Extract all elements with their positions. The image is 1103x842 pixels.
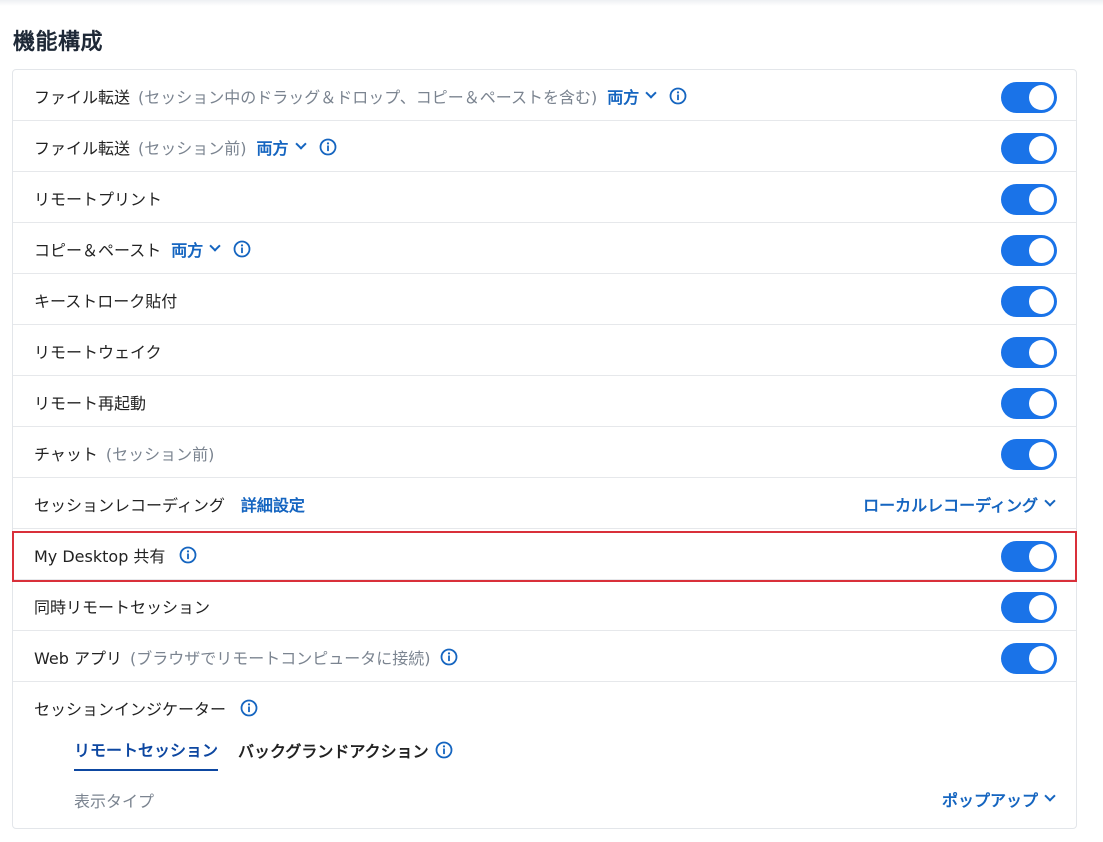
feature-toggle[interactable] xyxy=(1001,541,1057,572)
feature-toggle[interactable] xyxy=(1001,82,1057,113)
row-remote-print: リモートプリント xyxy=(13,172,1076,223)
advanced-settings-link[interactable]: 詳細設定 xyxy=(241,492,305,516)
row-sublabel: (ブラウザでリモートコンピュータに接続) xyxy=(129,648,431,668)
toggle-knob xyxy=(1029,544,1054,569)
recording-mode-dropdown[interactable]: ローカルレコーディング xyxy=(863,478,1056,529)
feature-toggle[interactable] xyxy=(1001,439,1057,470)
feature-toggle[interactable] xyxy=(1001,337,1057,368)
top-shadow xyxy=(0,0,1103,6)
toggle-knob xyxy=(1029,136,1054,161)
info-icon[interactable] xyxy=(179,546,197,564)
row-label: リモートウェイク xyxy=(34,342,162,362)
feature-toggle[interactable] xyxy=(1001,133,1057,164)
row-keystroke-paste: キーストローク貼付 xyxy=(13,274,1076,325)
toggle-knob xyxy=(1029,238,1054,263)
row-web-app: Web アプリ (ブラウザでリモートコンピュータに接続) xyxy=(13,631,1076,682)
dropdown-value: 両方 xyxy=(607,87,640,107)
row-label: チャット xyxy=(34,444,98,464)
toggle-knob xyxy=(1029,442,1054,467)
toggle-knob xyxy=(1029,391,1054,416)
row-session-recording: セッションレコーディング 詳細設定 ローカルレコーディング xyxy=(13,478,1076,529)
dropdown-value: 両方 xyxy=(256,138,289,158)
row-concurrent-sessions: 同時リモートセッション xyxy=(13,580,1076,631)
row-copy-paste: コピー＆ペースト 両方 xyxy=(13,223,1076,274)
row-sublabel: (セッション前) xyxy=(138,138,247,158)
dropdown-value: ローカルレコーディング xyxy=(863,495,1038,515)
toggle-knob xyxy=(1029,340,1054,365)
row-remote-wake: リモートウェイク xyxy=(13,325,1076,376)
info-icon[interactable] xyxy=(435,741,453,759)
row-label: My Desktop 共有 xyxy=(34,546,166,566)
feature-toggle[interactable] xyxy=(1001,184,1057,215)
direction-dropdown[interactable]: 両方 xyxy=(256,135,307,159)
row-sublabel: (セッション前) xyxy=(105,444,215,464)
toggle-knob xyxy=(1029,85,1054,110)
row-chat: チャット (セッション前) xyxy=(13,427,1076,478)
toggle-knob xyxy=(1029,289,1054,314)
row-label: 同時リモートセッション xyxy=(34,597,211,617)
info-icon[interactable] xyxy=(669,87,687,105)
section-title: 機能構成 xyxy=(13,30,104,55)
feature-config-panel: ファイル転送 (セッション中のドラッグ＆ドロップ、コピー＆ペーストを含む) 両方… xyxy=(12,69,1077,829)
display-type-label: 表示タイプ xyxy=(74,792,155,811)
dropdown-value: ポップアップ xyxy=(941,790,1038,810)
row-label: キーストローク貼付 xyxy=(34,291,178,311)
info-icon[interactable] xyxy=(233,240,251,258)
row-label: コピー＆ペースト xyxy=(34,240,162,260)
direction-dropdown[interactable]: 両方 xyxy=(171,237,221,261)
tab-label: リモートセッション xyxy=(74,741,219,760)
chevron-down-icon xyxy=(1044,790,1056,802)
row-label: リモート再起動 xyxy=(34,393,147,413)
row-label: セッションレコーディング xyxy=(34,495,225,515)
feature-toggle[interactable] xyxy=(1001,592,1057,623)
direction-dropdown[interactable]: 両方 xyxy=(607,84,657,108)
indicator-tabs: リモートセッション バックグランドアクション xyxy=(74,737,473,771)
info-icon[interactable] xyxy=(240,699,258,717)
chevron-down-icon xyxy=(645,87,657,99)
toggle-knob xyxy=(1029,646,1054,671)
chevron-down-icon xyxy=(294,138,307,150)
feature-toggle[interactable] xyxy=(1001,286,1057,317)
feature-toggle[interactable] xyxy=(1001,388,1057,419)
row-file-transfer-session: ファイル転送 (セッション中のドラッグ＆ドロップ、コピー＆ペーストを含む) 両方 xyxy=(13,70,1076,121)
toggle-knob xyxy=(1029,595,1054,620)
dropdown-value: 両方 xyxy=(171,240,204,260)
row-label: リモートプリント xyxy=(34,189,163,209)
info-icon[interactable] xyxy=(440,648,458,666)
row-my-desktop-share: My Desktop 共有 xyxy=(13,529,1076,580)
tab-label: バックグランドアクション xyxy=(238,742,429,761)
row-sublabel: (セッション中のドラッグ＆ドロップ、コピー＆ペーストを含む) xyxy=(138,87,598,107)
chevron-down-icon xyxy=(209,240,221,252)
tab-remote-session[interactable]: リモートセッション xyxy=(74,737,219,771)
row-label: ファイル転送 xyxy=(34,138,131,158)
row-file-transfer-pre-session: ファイル転送 (セッション前) 両方 xyxy=(13,121,1076,172)
feature-toggle[interactable] xyxy=(1001,643,1057,674)
indicator-label: セッションインジケーター xyxy=(34,699,227,719)
row-remote-reboot: リモート再起動 xyxy=(13,376,1076,427)
info-icon[interactable] xyxy=(319,138,337,156)
row-label: Web アプリ xyxy=(34,648,122,668)
session-indicator-header: セッションインジケーター xyxy=(13,682,1076,733)
toggle-knob xyxy=(1029,187,1054,212)
feature-toggle[interactable] xyxy=(1001,235,1057,266)
row-label: ファイル転送 xyxy=(34,87,131,107)
chevron-down-icon xyxy=(1044,495,1056,507)
tab-background-action[interactable]: バックグランドアクション xyxy=(238,737,453,771)
display-type-dropdown[interactable]: ポップアップ xyxy=(941,773,1056,824)
